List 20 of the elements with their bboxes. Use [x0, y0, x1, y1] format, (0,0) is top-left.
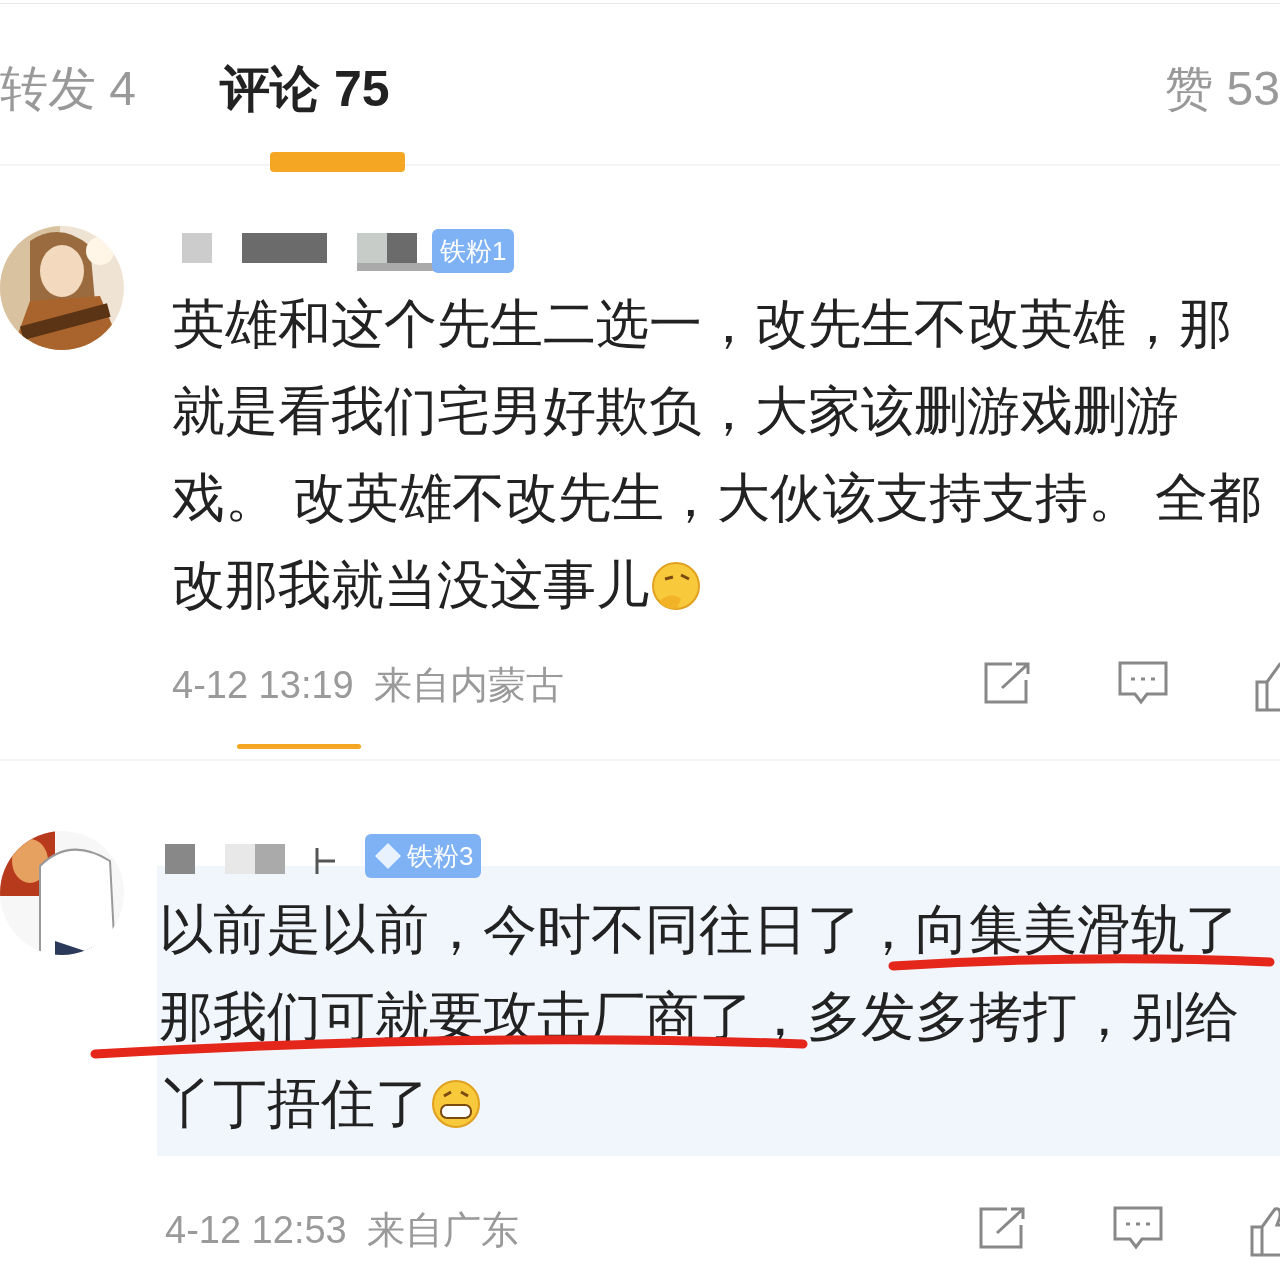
comment-icon[interactable]: [1112, 1204, 1164, 1251]
badge: 铁粉1: [432, 229, 515, 273]
comment-text: 英雄和这个先生二选一，改先生不改英雄，那: [172, 294, 1232, 355]
comment-text: 丫丁捂住了: [159, 1072, 429, 1135]
emoji-icon: [651, 560, 701, 611]
tab[interactable]: 评论 75: [220, 54, 520, 124]
comment-text: 以前是以前，今时不同往日了，向集美滑轨了: [159, 898, 1239, 961]
comment-location: 来自内蒙古: [373, 663, 564, 708]
comment-time: 4-12 13:19: [172, 663, 354, 708]
comment-text: 改那我就当没这事儿: [172, 555, 649, 616]
comment-text: 就是看我们宅男好欺负，大家该删游戏删游: [172, 381, 1179, 442]
tab[interactable]: 赞 53: [1165, 54, 1280, 124]
diamond-icon: [373, 841, 403, 871]
comment-text: 戏。 改英雄不改先生，大伙该支持支持。 全都: [172, 468, 1262, 529]
tab[interactable]: 转发 4: [0, 54, 220, 124]
badge: 铁粉3: [365, 834, 482, 878]
comment-icon[interactable]: [1117, 659, 1169, 706]
comment-location: 来自广东: [366, 1208, 519, 1253]
emoji-icon: [431, 1078, 481, 1129]
comment-time: 4-12 12:53: [165, 1208, 347, 1253]
